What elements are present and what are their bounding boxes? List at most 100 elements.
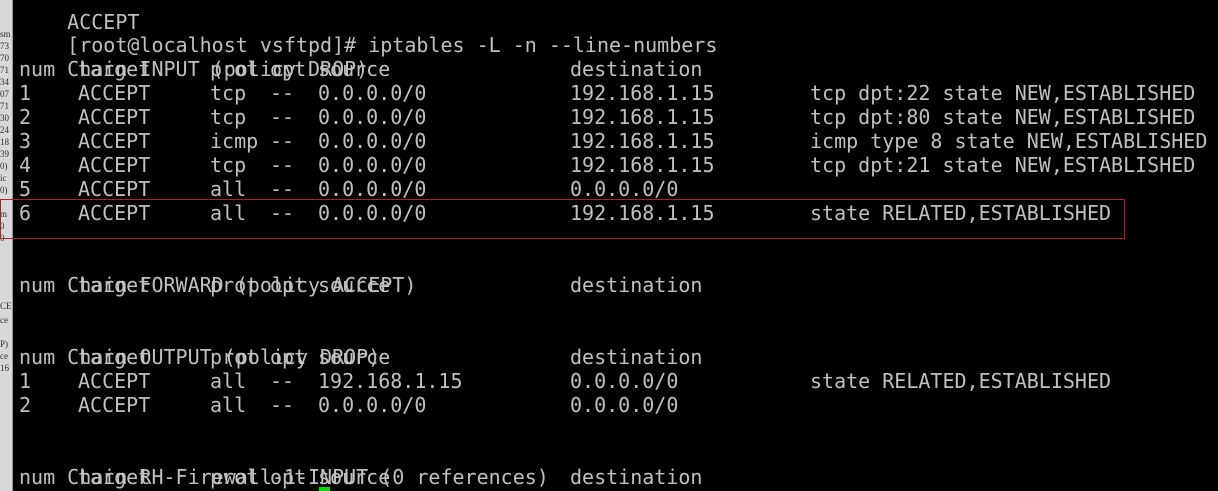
rule-destination: 0.0.0.0/0: [570, 393, 679, 417]
rule-target: ACCEPT: [78, 81, 151, 105]
rule-opt: --: [270, 201, 295, 225]
rule-source: 0.0.0.0/0: [318, 177, 427, 201]
left-strip-fragment: ce: [0, 316, 8, 325]
column-header-source: source: [318, 345, 391, 369]
rule-extra: icmp type 8 state NEW,ESTABLISHED: [810, 129, 1208, 153]
rule-destination: 0.0.0.0/0: [570, 177, 679, 201]
rule-extra: tcp dpt:22 state NEW,ESTABLISHED: [810, 81, 1196, 105]
chain-title-output: Chain OUTPUT (policy DROP): [67, 345, 381, 369]
rule-source: 0.0.0.0/0: [318, 201, 427, 225]
rule-row: 2 ACCEPT tcp -- 0.0.0.0/0 192.168.1.15 t…: [19, 105, 1195, 129]
rule-source: 192.168.1.15: [318, 369, 463, 393]
left-strip-fragment: 39: [0, 150, 9, 159]
column-header-target: target: [78, 465, 151, 489]
rule-row: 4 ACCEPT tcp -- 0.0.0.0/0 192.168.1.15 t…: [19, 153, 1195, 177]
left-strip-fragment: 24: [0, 126, 9, 135]
rule-num: 6: [19, 201, 32, 225]
rule-row: 2 ACCEPT all -- 0.0.0.0/0 0.0.0.0/0: [19, 393, 678, 417]
left-strip-fragment: CE: [0, 302, 12, 311]
rule-opt: --: [270, 177, 295, 201]
rule-destination: 0.0.0.0/0: [570, 369, 679, 393]
rule-opt: --: [270, 153, 295, 177]
column-header-prot: prot: [210, 465, 259, 489]
left-strip-fragment: 0): [0, 186, 8, 195]
rule-opt: --: [270, 105, 295, 129]
left-strip-fragment: 71: [0, 66, 9, 75]
left-strip-fragment: 16: [0, 364, 9, 373]
rule-opt: --: [270, 129, 295, 153]
column-header-num: num: [19, 57, 56, 81]
rule-prot: all: [210, 369, 247, 393]
chain-title-forward: Chain FORWARD (policy ACCEPT): [67, 273, 417, 297]
left-strip-fragment: P): [0, 340, 9, 349]
rule-destination: 192.168.1.15: [570, 153, 715, 177]
left-strip-fragment: sm: [0, 30, 11, 39]
column-header-source: source: [318, 57, 391, 81]
terminal-window[interactable]: sm 73 70 71 34 07 71 30 24 18 39 0) ic 0…: [0, 0, 1218, 491]
rule-target: ACCEPT: [78, 177, 151, 201]
left-strip-fragment: m: [0, 210, 8, 219]
column-header-opt: opt: [270, 273, 307, 297]
rule-destination: 192.168.1.15: [570, 105, 715, 129]
rule-destination: 192.168.1.15: [570, 129, 715, 153]
rule-prot: all: [210, 177, 247, 201]
rule-destination: 192.168.1.15: [570, 81, 715, 105]
left-strip-fragment: 30: [0, 114, 9, 123]
column-header-row: num target prot opt source destination: [19, 57, 702, 81]
rule-extra: state RELATED,ESTABLISHED: [810, 201, 1112, 225]
left-strip-fragment: ic: [0, 174, 7, 183]
rule-prot: tcp: [210, 81, 247, 105]
column-header-row: num target prot opt source destination: [19, 273, 702, 297]
rule-prot: tcp: [210, 105, 247, 129]
left-strip-fragment: 73: [0, 42, 9, 51]
rule-num: 2: [19, 393, 32, 417]
column-header-target: target: [78, 273, 151, 297]
rule-source: 0.0.0.0/0: [318, 153, 427, 177]
rule-extra: state RELATED,ESTABLISHED: [810, 369, 1112, 393]
left-strip-fragment: 0): [0, 162, 8, 171]
left-strip-fragment: 34: [0, 78, 9, 87]
left-strip-fragment: 0: [0, 222, 5, 231]
left-strip-fragment: 0: [0, 234, 5, 243]
column-header-destination: destination: [570, 465, 703, 489]
rule-row: 3 ACCEPT icmp -- 0.0.0.0/0 192.168.1.15 …: [19, 129, 1207, 153]
chain-title-rh-firewall: Chain RH-Firewall-1-INPUT (0 references): [67, 465, 549, 489]
column-header-destination: destination: [570, 345, 703, 369]
rule-prot: all: [210, 201, 247, 225]
rule-row: 1 ACCEPT all -- 192.168.1.15 0.0.0.0/0 s…: [19, 369, 1111, 393]
rule-target: ACCEPT: [78, 369, 151, 393]
column-header-prot: prot: [210, 345, 259, 369]
rule-num: 2: [19, 105, 32, 129]
rule-source: 0.0.0.0/0: [318, 81, 427, 105]
left-strip-fragment: 70: [0, 54, 9, 63]
rule-num: 4: [19, 153, 32, 177]
rule-num: 1: [19, 81, 32, 105]
rule-row: 1 ACCEPT tcp -- 0.0.0.0/0 192.168.1.15 t…: [19, 81, 1195, 105]
chain-title-input: Chain INPUT (policy DROP): [67, 57, 369, 81]
rule-target: ACCEPT: [78, 105, 151, 129]
rule-source: 0.0.0.0/0: [318, 393, 427, 417]
column-header-num: num: [19, 465, 56, 489]
rule-row-highlighted: 6 ACCEPT all -- 0.0.0.0/0 192.168.1.15 s…: [19, 201, 1111, 225]
rule-extra: tcp dpt:80 state NEW,ESTABLISHED: [810, 105, 1196, 129]
column-header-prot: prot: [210, 57, 259, 81]
column-header-row: num target prot opt source destination: [19, 465, 702, 489]
rule-target: ACCEPT: [78, 201, 151, 225]
rule-extra: tcp dpt:21 state NEW,ESTABLISHED: [810, 153, 1196, 177]
left-strip-fragment: 18: [0, 138, 9, 147]
rule-prot: icmp: [210, 129, 259, 153]
rule-num: 5: [19, 177, 32, 201]
rule-source: 0.0.0.0/0: [318, 129, 427, 153]
text-cursor: [319, 487, 330, 491]
rule-target: ACCEPT: [78, 153, 151, 177]
rule-target: ACCEPT: [78, 393, 151, 417]
rule-destination: 192.168.1.15: [570, 201, 715, 225]
column-header-destination: destination: [570, 57, 703, 81]
column-header-row: num target prot opt source destination: [19, 345, 702, 369]
column-header-opt: opt: [270, 57, 307, 81]
rule-source: 0.0.0.0/0: [318, 105, 427, 129]
shell-prompt-line: [root@localhost vsftpd]# iptables -L -n …: [19, 9, 717, 57]
left-strip-fragment: 71: [0, 102, 9, 111]
column-header-opt: opt: [270, 465, 307, 489]
rule-prot: tcp: [210, 153, 247, 177]
